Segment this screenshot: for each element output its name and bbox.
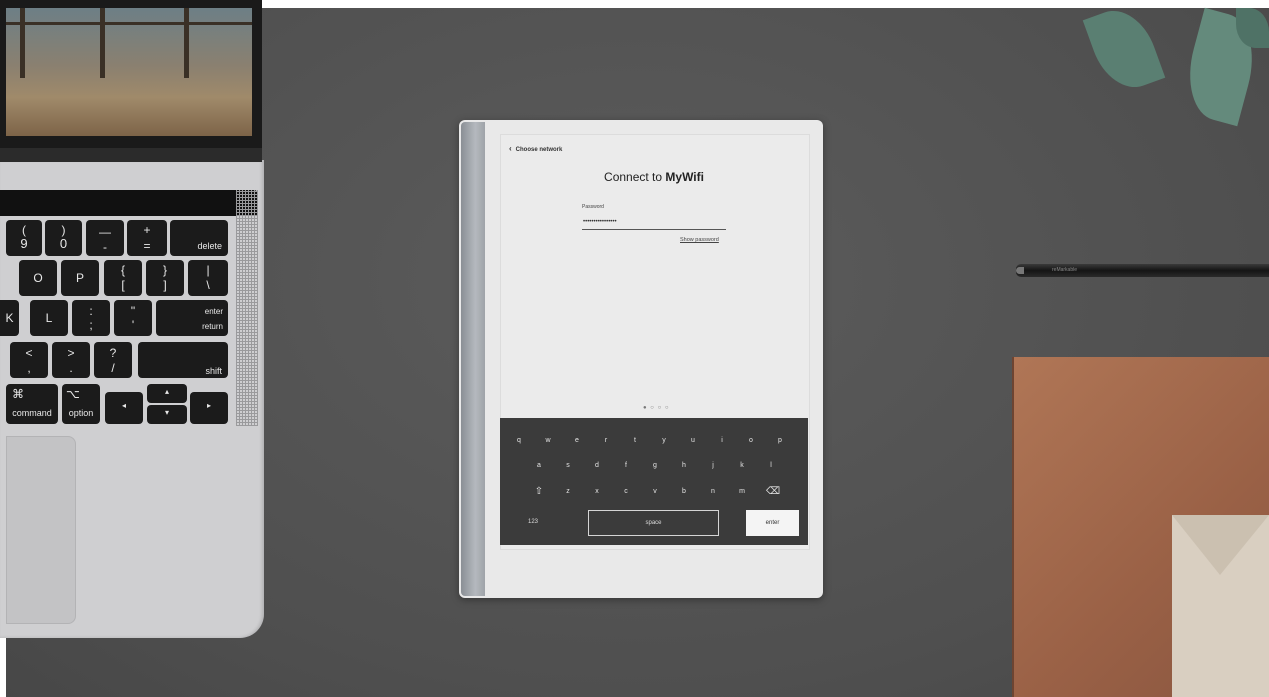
key-p[interactable]: P [61,260,99,296]
shift-icon[interactable]: ⇧ [532,486,546,497]
kbd-key-h[interactable]: h [677,462,691,469]
key-semicolon[interactable]: : ; [72,300,110,336]
key-left-bracket[interactable]: { [ [104,260,142,296]
password-input[interactable]: •••••••••••••••• [583,219,617,225]
kbd-key-k[interactable]: k [735,462,749,469]
kbd-key-s[interactable]: s [561,462,575,469]
touch-bar[interactable] [0,190,258,216]
laptop-wallpaper [6,8,252,136]
stylus-pen: reMarkable [1016,264,1269,277]
desk-scene: ( 9 ) 0 — - + = delete O P { [ } ] | \ K… [0,0,1269,697]
network-name: MyWifi [665,170,704,184]
key-quote[interactable]: " ' [114,300,152,336]
chevron-left-icon: ‹ [509,144,512,153]
backspace-icon[interactable]: ⌫ [766,486,780,497]
kbd-key-d[interactable]: d [590,462,604,469]
kbd-key-c[interactable]: c [619,488,633,495]
kbd-key-n[interactable]: n [706,488,720,495]
key-minus[interactable]: — - [86,220,124,256]
pen-tip [1016,267,1024,274]
key-option[interactable]: ⌥ option [62,384,100,424]
key-9[interactable]: ( 9 [6,220,42,256]
envelope [1172,515,1269,697]
railing-post [20,8,25,78]
key-arrow-up[interactable]: ▴ [147,384,187,403]
kbd-key-e[interactable]: e [570,437,584,444]
kbd-key-g[interactable]: g [648,462,662,469]
kbd-key-m[interactable]: m [735,488,749,495]
kbd-key-v[interactable]: v [648,488,662,495]
kbd-key-j[interactable]: j [706,462,720,469]
key-command[interactable]: ⌘ command [6,384,58,424]
key-o[interactable]: O [19,260,57,296]
kbd-key-t[interactable]: t [628,437,642,444]
kbd-key-r[interactable]: r [599,437,613,444]
key-slash[interactable]: ? / [94,342,132,378]
kbd-key-i[interactable]: i [715,437,729,444]
kbd-key-b[interactable]: b [677,488,691,495]
key-backslash[interactable]: | \ [188,260,228,296]
kbd-key-x[interactable]: x [590,488,604,495]
kbd-key-y[interactable]: y [657,437,671,444]
railing-post [100,8,105,78]
laptop-hinge [0,148,262,162]
kbd-key-p[interactable]: p [773,437,787,444]
key-comma[interactable]: < , [10,342,48,378]
kbd-key-123[interactable]: 123 [528,519,538,525]
kbd-key-l[interactable]: l [764,462,778,469]
key-shift[interactable]: shift [138,342,228,378]
laptop-screen [0,0,262,160]
tablet-spine [461,122,485,596]
key-arrow-right[interactable]: ▸ [190,392,228,424]
key-period[interactable]: > . [52,342,90,378]
railing-post [184,8,189,78]
key-l[interactable]: L [30,300,68,336]
pen-brand: reMarkable [1052,267,1078,273]
railing [6,22,252,25]
kbd-key-w[interactable]: w [541,437,555,444]
key-right-bracket[interactable]: } ] [146,260,184,296]
trackpad[interactable] [6,436,76,624]
key-k[interactable]: K [0,300,19,336]
title-prefix: Connect to [604,170,666,184]
kbd-key-z[interactable]: z [561,488,575,495]
kbd-key-enter[interactable]: enter [746,510,799,536]
password-underline [582,229,726,230]
key-arrow-down[interactable]: ▾ [147,405,187,424]
page-title: Connect to MyWifi [500,170,808,184]
key-0[interactable]: ) 0 [45,220,82,256]
back-button[interactable]: ‹ Choose network [509,144,562,153]
kbd-key-q[interactable]: q [512,437,526,444]
envelope-flap [1172,515,1269,575]
key-arrow-left[interactable]: ◂ [105,392,143,424]
show-password-link[interactable]: Show password [680,237,719,243]
key-equals[interactable]: + = [127,220,167,256]
key-delete[interactable]: delete [170,220,228,256]
kbd-key-u[interactable]: u [686,437,700,444]
speaker-grille [236,190,258,426]
kbd-key-o[interactable]: o [744,437,758,444]
kbd-key-f[interactable]: f [619,462,633,469]
back-label: Choose network [515,147,563,153]
kbd-key-a[interactable]: a [532,462,546,469]
key-return[interactable]: enter return [156,300,228,336]
password-label: Password [582,204,604,210]
kbd-key-space[interactable]: space [588,510,719,536]
page-indicator: ● ○ ○ ○ [643,405,670,411]
plant-leaf [1082,0,1166,98]
